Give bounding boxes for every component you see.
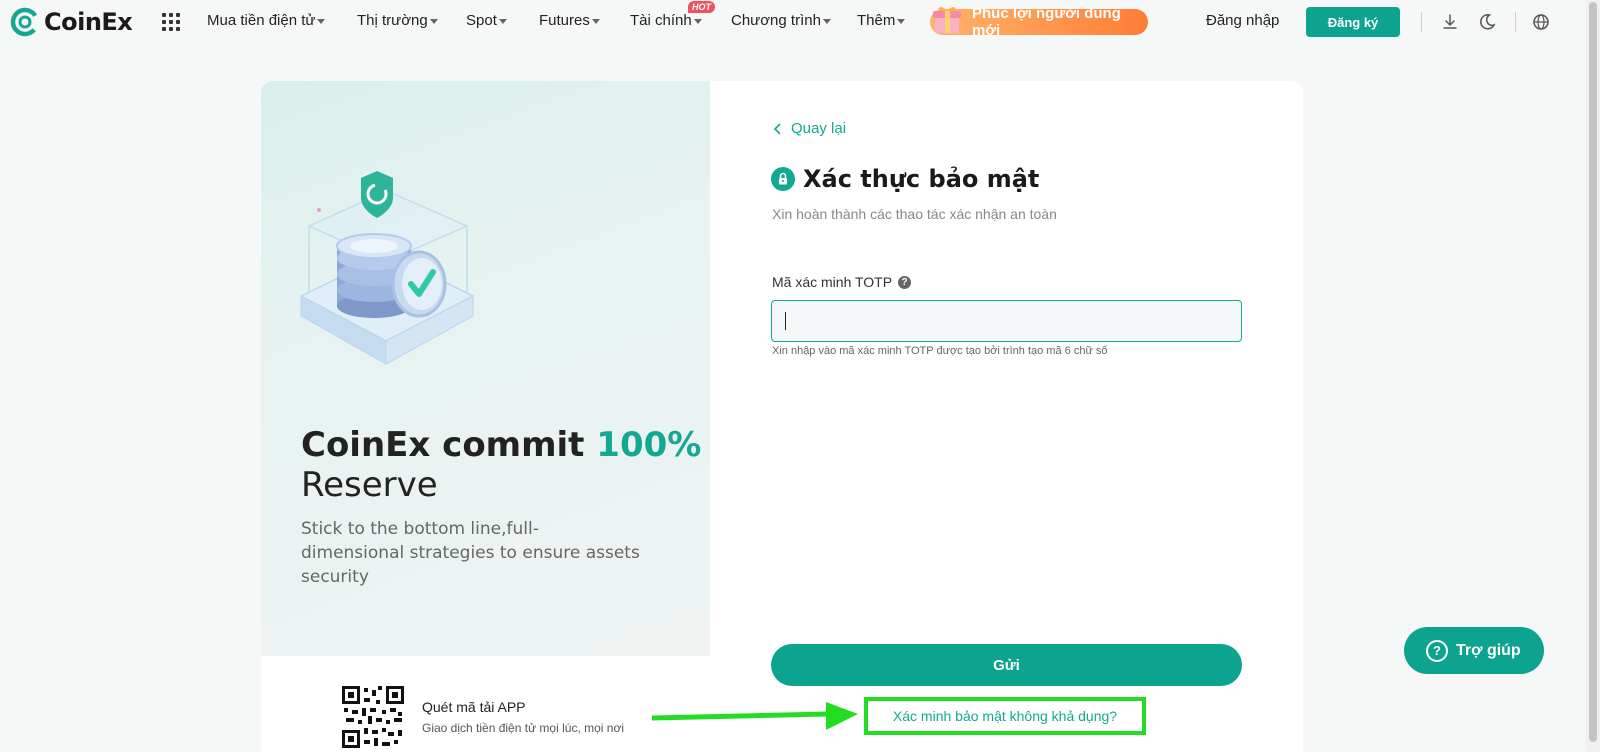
page-title: Xác thực bảo mật xyxy=(803,165,1040,193)
caret-down-icon xyxy=(498,18,507,24)
nav-more[interactable]: Thêm xyxy=(857,12,906,29)
nav-label: Futures xyxy=(539,12,590,29)
totp-code-input[interactable] xyxy=(771,300,1242,342)
security-verification-card: CoinEx commit 100% Reserve Stick to the … xyxy=(261,81,1303,752)
back-link[interactable]: Quay lại xyxy=(773,120,846,137)
nav-label: Thị trường xyxy=(357,12,428,29)
nav-buy-crypto[interactable]: Mua tiền điện tử xyxy=(207,12,326,29)
nav-futures[interactable]: Futures xyxy=(539,12,600,29)
security-vault-illustration xyxy=(299,171,475,365)
help-circle-icon[interactable]: ? xyxy=(898,275,912,289)
chevron-left-icon xyxy=(773,122,781,135)
totp-label-text: Mã xác minh TOTP xyxy=(772,274,893,290)
caret-down-icon xyxy=(897,18,906,24)
qr-code[interactable] xyxy=(342,686,404,748)
caret-down-icon xyxy=(822,18,831,24)
help-float-button[interactable]: ? Trợ giúp xyxy=(1404,627,1544,674)
page-scrollbar[interactable] xyxy=(1586,0,1600,752)
signup-button[interactable]: Đăng ký xyxy=(1306,7,1400,37)
divider xyxy=(1421,12,1422,32)
caret-down-icon xyxy=(317,18,326,24)
download-icon[interactable] xyxy=(1440,12,1460,32)
headline-part2: Reserve xyxy=(301,465,438,505)
totp-field-label: Mã xác minh TOTP ? xyxy=(772,274,912,290)
app-download-subtitle: Giao dịch tiền điện tử mọi lúc, mọi nơi xyxy=(422,721,624,735)
moon-icon[interactable] xyxy=(1477,12,1497,32)
headline-accent: 100% xyxy=(596,425,702,465)
nav-label: Chương trình xyxy=(731,12,821,29)
nav-label: Tài chính xyxy=(630,12,692,29)
promo-label: Phúc lợi người dùng mới xyxy=(972,5,1121,39)
nav-label: Spot xyxy=(466,12,497,29)
hot-badge: HOT xyxy=(688,1,715,13)
submit-button[interactable]: Gửi xyxy=(771,644,1242,686)
form-title-row: Xác thực bảo mật xyxy=(771,165,1039,193)
caret-down-icon xyxy=(591,18,600,24)
back-label: Quay lại xyxy=(791,120,847,137)
top-nav-bar: CoinEx Mua tiền điện tử Thị trường Spot … xyxy=(0,0,1600,44)
security-unavailable-link[interactable]: Xác minh bảo mật không khả dụng? xyxy=(864,697,1146,735)
brand-name: CoinEx xyxy=(44,8,133,36)
coinex-logo[interactable]: CoinEx xyxy=(10,7,133,37)
help-label: Trợ giúp xyxy=(1456,641,1521,659)
caret-down-icon xyxy=(429,18,438,24)
lock-icon xyxy=(771,167,795,191)
totp-field-hint: Xin nhập vào mã xác minh TOTP được tạo b… xyxy=(772,345,1108,357)
divider xyxy=(1515,12,1516,32)
app-download-strip: Quét mã tải APP Giao dịch tiền điện tử m… xyxy=(261,656,710,752)
hero-headline: CoinEx commit 100% Reserve xyxy=(301,425,701,505)
nav-label: Thêm xyxy=(857,12,896,29)
coinex-logo-icon xyxy=(10,7,40,37)
text-cursor xyxy=(785,312,786,330)
promo-panel: CoinEx commit 100% Reserve Stick to the … xyxy=(261,81,710,656)
nav-programs[interactable]: Chương trình xyxy=(731,12,831,29)
caret-down-icon xyxy=(693,18,702,24)
headline-part1: CoinEx commit xyxy=(301,425,597,465)
hero-subline: Stick to the bottom line,full-dimensiona… xyxy=(301,519,640,587)
apps-grid-icon[interactable] xyxy=(162,13,180,31)
nav-finance[interactable]: Tài chính xyxy=(630,12,702,29)
page-subtitle: Xin hoàn thành các thao tác xác nhận an … xyxy=(772,206,1057,222)
annotation-arrow xyxy=(652,702,858,730)
nav-markets[interactable]: Thị trường xyxy=(357,12,438,29)
nav-spot[interactable]: Spot xyxy=(466,12,507,29)
app-download-title: Quét mã tải APP xyxy=(422,699,526,715)
scrollbar-thumb[interactable] xyxy=(1589,2,1597,742)
globe-icon[interactable] xyxy=(1531,12,1551,32)
login-link[interactable]: Đăng nhập xyxy=(1206,12,1279,29)
gift-icon xyxy=(933,7,961,33)
nav-label: Mua tiền điện tử xyxy=(207,12,316,29)
help-circle-icon: ? xyxy=(1426,639,1448,662)
